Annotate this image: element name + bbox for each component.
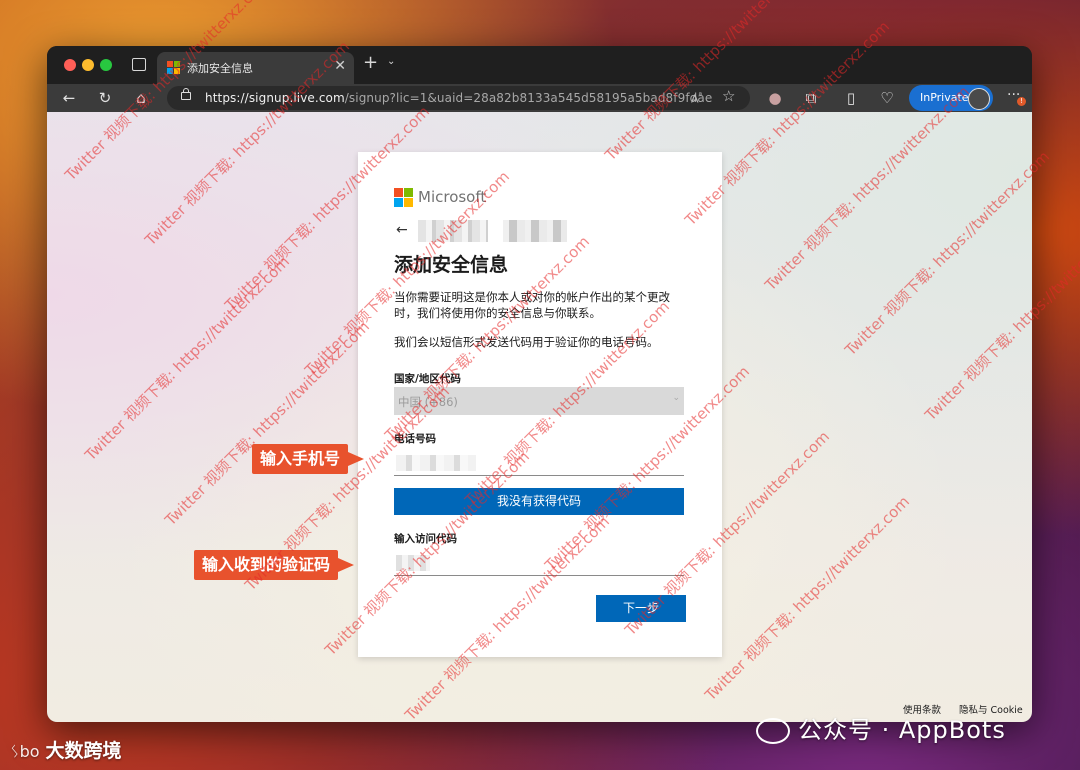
- browser-window: 添加安全信息 ✕ + ⌄ ← ↻ ⌂ https://signup.live.c…: [47, 46, 1032, 722]
- wechat-watermark: 公众号 · AppBots: [756, 710, 1006, 745]
- callout-code: 输入收到的验证码: [194, 550, 355, 580]
- url-text[interactable]: https://signup.live.com/signup?lic=1&uai…: [205, 91, 712, 105]
- back-arrow-icon[interactable]: ←: [59, 88, 79, 108]
- read-aloud-icon[interactable]: Aᵃ: [691, 90, 702, 106]
- signup-card: Microsoft ← 添加安全信息 当你需要证明这是你本人或对你的帐户作出的某…: [358, 152, 722, 657]
- redacted-email: [418, 220, 488, 242]
- brand-name: Microsoft: [418, 188, 487, 206]
- description-text: 当你需要证明这是你本人或对你的帐户作出的某个更改时，我们将使用你的安全信息与你联…: [394, 290, 670, 320]
- dashu-logo-icon: ᛊbo: [10, 742, 40, 761]
- refresh-icon[interactable]: ↻: [95, 88, 115, 108]
- page-viewport: Microsoft ← 添加安全信息 当你需要证明这是你本人或对你的帐户作出的某…: [47, 112, 1032, 722]
- country-code-label: 国家/地区代码: [394, 373, 461, 385]
- navigation-toolbar: ← ↻ ⌂ https://signup.live.com/signup?lic…: [47, 84, 1032, 112]
- maximize-window-button[interactable]: [100, 59, 112, 71]
- tab-close-icon[interactable]: ✕: [334, 58, 346, 74]
- dashu-watermark: ᛊbo 大数跨境: [10, 740, 122, 762]
- favorite-star-icon[interactable]: ☆: [722, 87, 735, 105]
- minimize-window-button[interactable]: [82, 59, 94, 71]
- tab-title: 添加安全信息: [187, 62, 253, 75]
- wechat-icon: [756, 718, 790, 744]
- phone-input[interactable]: [394, 451, 684, 476]
- microsoft-favicon-icon: [167, 61, 180, 74]
- address-bar[interactable]: https://signup.live.com/signup?lic=1&uai…: [167, 86, 750, 110]
- home-icon[interactable]: ⌂: [131, 88, 151, 108]
- no-code-button[interactable]: 我没有获得代码: [394, 488, 684, 515]
- access-code-input[interactable]: [394, 551, 684, 576]
- extensions-puzzle-icon[interactable]: ⧉: [801, 88, 821, 108]
- phone-label: 电话号码: [394, 433, 436, 445]
- extension-avatar-icon[interactable]: ●: [765, 88, 785, 108]
- profile-avatar: [968, 88, 990, 110]
- tab-actions-icon[interactable]: [132, 58, 146, 71]
- back-arrow-icon[interactable]: ←: [396, 222, 408, 238]
- chevron-down-icon: ⌄: [672, 393, 680, 403]
- page-title: 添加安全信息: [394, 254, 509, 276]
- split-screen-icon[interactable]: ▯: [841, 88, 861, 108]
- chevron-down-icon[interactable]: ⌄: [387, 56, 395, 67]
- lock-icon[interactable]: [181, 88, 191, 100]
- browser-essentials-icon[interactable]: ♡: [877, 88, 897, 108]
- country-code-select[interactable]: 中国 (+86) ⌄: [394, 387, 684, 415]
- tab-bar: 添加安全信息 ✕ + ⌄: [47, 46, 1032, 84]
- next-button[interactable]: 下一步: [596, 595, 686, 622]
- tab-active[interactable]: 添加安全信息 ✕: [157, 52, 354, 84]
- microsoft-logo-icon: [394, 188, 413, 207]
- inprivate-button[interactable]: InPrivate: [909, 85, 993, 111]
- sms-info-text: 我们会以短信形式发送代码用于验证你的电话号码。: [394, 335, 659, 349]
- alert-badge: !: [1017, 97, 1026, 106]
- access-code-label: 输入访问代码: [394, 533, 457, 545]
- close-window-button[interactable]: [64, 59, 76, 71]
- callout-phone: 输入手机号: [252, 444, 365, 474]
- redacted-email-domain: [503, 220, 567, 242]
- new-tab-icon[interactable]: +: [363, 54, 378, 72]
